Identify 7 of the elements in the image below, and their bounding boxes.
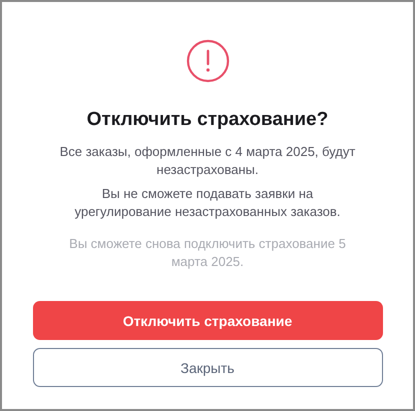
message-text: Вы не сможете подавать заявки на урегулирование незастрахованных заказов. [74,185,342,221]
close-button[interactable]: Закрыть [32,348,382,387]
warning-icon [186,39,230,83]
disable-button[interactable]: Отключить страхование [32,301,382,340]
hint-text: Вы сможете снова подключить страхование 5 марта 2025. [68,235,347,271]
dialog-title: Отключить страхование? [86,109,328,131]
message-text: Все заказы, оформленные с 4 марта 2025, будут незастрахованы. [58,143,356,179]
